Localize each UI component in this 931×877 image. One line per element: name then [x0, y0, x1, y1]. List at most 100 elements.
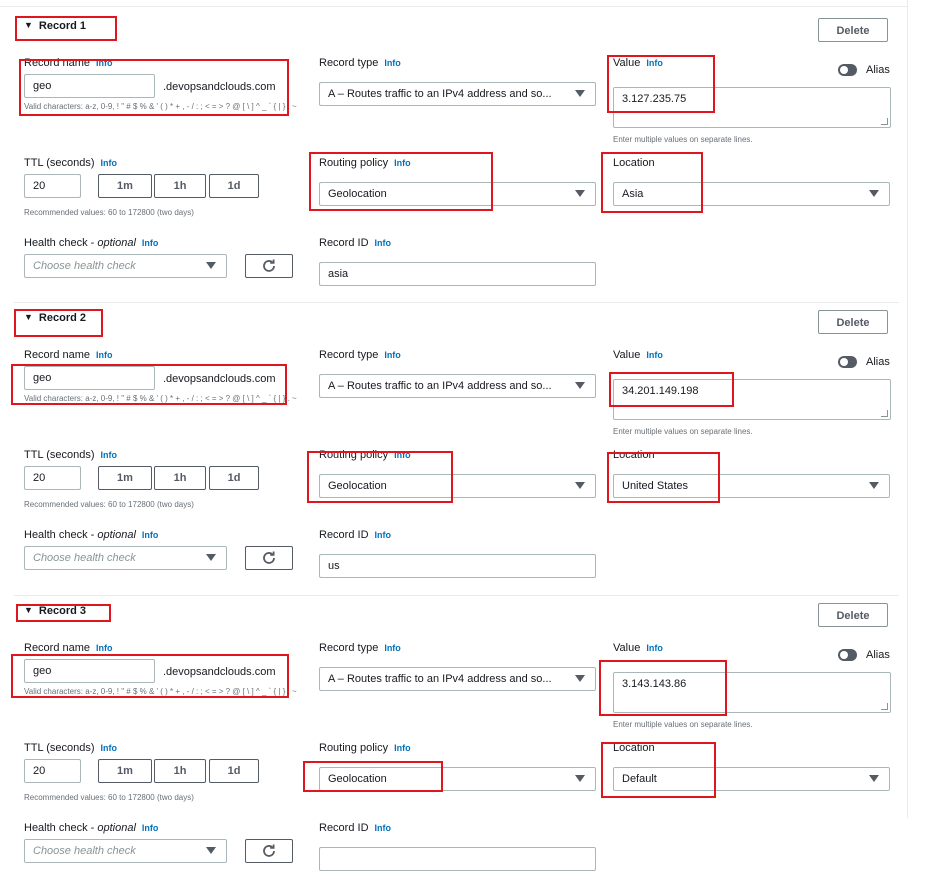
record-type-select[interactable]: A – Routes traffic to an IPv4 address an… — [319, 82, 596, 106]
record-type-label-text: Record type — [319, 642, 379, 654]
routing-policy-info-link[interactable]: Info — [394, 743, 411, 753]
record-id-input[interactable] — [319, 847, 596, 871]
ttl-1d-button[interactable]: 1d — [209, 174, 259, 198]
location-value: Default — [622, 773, 657, 785]
ttl-1h-button[interactable]: 1h — [154, 174, 206, 198]
ttl-input[interactable]: 20 — [24, 759, 81, 783]
record-id-label: Record ID Info — [319, 822, 391, 834]
health-check-info-link[interactable]: Info — [142, 238, 159, 248]
value-info-link[interactable]: Info — [646, 643, 663, 653]
routing-policy-info-link[interactable]: Info — [394, 450, 411, 460]
ttl-info-link[interactable]: Info — [101, 158, 118, 168]
ttl-label-text: TTL (seconds) — [24, 449, 95, 461]
delete-button[interactable]: Delete — [818, 18, 888, 42]
health-check-select[interactable]: Choose health check — [24, 839, 227, 863]
record-id-input[interactable]: us — [319, 554, 596, 578]
record-name-label-text: Record name — [24, 57, 91, 69]
health-check-select[interactable]: Choose health check — [24, 254, 227, 278]
record-header-toggle[interactable]: ▼ Record 3 — [24, 605, 86, 617]
refresh-button[interactable] — [245, 839, 293, 863]
record-type-label: Record type Info — [319, 57, 401, 69]
delete-button[interactable]: Delete — [818, 310, 888, 334]
record-name-input[interactable]: geo — [24, 659, 155, 683]
location-select[interactable]: Default — [613, 767, 890, 791]
record-type-info-link[interactable]: Info — [384, 350, 401, 360]
health-check-placeholder: Choose health check — [33, 260, 136, 272]
value-textarea[interactable]: 34.201.149.198 — [613, 379, 891, 420]
location-select[interactable]: United States — [613, 474, 890, 498]
routing-policy-label-text: Routing policy — [319, 449, 389, 461]
alias-toggle[interactable] — [838, 649, 857, 661]
ttl-info-link[interactable]: Info — [101, 743, 118, 753]
routing-policy-select[interactable]: Geolocation — [319, 474, 596, 498]
health-check-info-link[interactable]: Info — [142, 823, 159, 833]
ttl-1m-button[interactable]: 1m — [98, 466, 152, 490]
record-name-input[interactable]: geo — [24, 366, 155, 390]
resize-handle-icon[interactable] — [881, 703, 888, 710]
record-type-info-link[interactable]: Info — [384, 58, 401, 68]
record-type-select[interactable]: A – Routes traffic to an IPv4 address an… — [319, 667, 596, 691]
record-id-info-link[interactable]: Info — [375, 823, 392, 833]
value-hint: Enter multiple values on separate lines. — [613, 135, 753, 144]
value-info-link[interactable]: Info — [646, 350, 663, 360]
health-check-label: Health check - optional Info — [24, 529, 159, 541]
alias-toggle[interactable] — [838, 356, 857, 368]
health-check-info-link[interactable]: Info — [142, 530, 159, 540]
ttl-1m-button[interactable]: 1m — [98, 759, 152, 783]
routing-policy-value: Geolocation — [328, 188, 387, 200]
ttl-label-text: TTL (seconds) — [24, 157, 95, 169]
record-name-info-link[interactable]: Info — [96, 58, 113, 68]
refresh-button[interactable] — [245, 546, 293, 570]
ttl-label: TTL (seconds) Info — [24, 449, 117, 461]
record-id-info-link[interactable]: Info — [375, 238, 392, 248]
record-id-input[interactable]: asia — [319, 262, 596, 286]
panel-border — [907, 0, 908, 818]
value-label: Value Info — [613, 642, 663, 654]
record-name-input[interactable]: geo — [24, 74, 155, 98]
value-textarea[interactable]: 3.143.143.86 — [613, 672, 891, 713]
ttl-input[interactable]: 20 — [24, 466, 81, 490]
ttl-1d-button[interactable]: 1d — [209, 466, 259, 490]
chevron-down-icon — [869, 190, 879, 197]
record-name-info-link[interactable]: Info — [96, 350, 113, 360]
ttl-1m-button[interactable]: 1m — [98, 174, 152, 198]
record-name-label-text: Record name — [24, 349, 91, 361]
resize-handle-icon[interactable] — [881, 118, 888, 125]
routing-policy-info-link[interactable]: Info — [394, 158, 411, 168]
ttl-input[interactable]: 20 — [24, 174, 81, 198]
record-header-toggle[interactable]: ▼ Record 1 — [24, 20, 86, 32]
ttl-hint: Recommended values: 60 to 172800 (two da… — [24, 793, 194, 802]
value-textarea[interactable]: 3.127.235.75 — [613, 87, 891, 128]
value-info-link[interactable]: Info — [646, 58, 663, 68]
health-check-select[interactable]: Choose health check — [24, 546, 227, 570]
ttl-hint: Recommended values: 60 to 172800 (two da… — [24, 500, 194, 509]
record-id-info-link[interactable]: Info — [375, 530, 392, 540]
record-name-label: Record name Info — [24, 642, 113, 654]
alias-toggle[interactable] — [838, 64, 857, 76]
ttl-1h-button[interactable]: 1h — [154, 466, 206, 490]
alias-label: Alias — [866, 64, 890, 76]
location-select[interactable]: Asia — [613, 182, 890, 206]
ttl-1h-button[interactable]: 1h — [154, 759, 206, 783]
delete-button[interactable]: Delete — [818, 603, 888, 627]
refresh-icon — [263, 844, 275, 857]
ttl-1d-button[interactable]: 1d — [209, 759, 259, 783]
refresh-button[interactable] — [245, 254, 293, 278]
value-label: Value Info — [613, 349, 663, 361]
health-check-label-text: Health check — [24, 237, 88, 249]
record-type-info-link[interactable]: Info — [384, 643, 401, 653]
record-type-select[interactable]: A – Routes traffic to an IPv4 address an… — [319, 374, 596, 398]
routing-policy-select[interactable]: Geolocation — [319, 182, 596, 206]
chevron-down-icon — [575, 775, 585, 782]
record-type-value: A – Routes traffic to an IPv4 address an… — [328, 673, 552, 685]
resize-handle-icon[interactable] — [881, 410, 888, 417]
record-header-toggle[interactable]: ▼ Record 2 — [24, 312, 86, 324]
ttl-info-link[interactable]: Info — [101, 450, 118, 460]
domain-suffix: .devopsandclouds.com — [163, 373, 276, 385]
chevron-down-icon — [869, 482, 879, 489]
routing-policy-select[interactable]: Geolocation — [319, 767, 596, 791]
location-label: Location — [613, 157, 655, 169]
chevron-down-icon — [575, 675, 585, 682]
optional-label: optional — [97, 237, 136, 249]
record-name-info-link[interactable]: Info — [96, 643, 113, 653]
